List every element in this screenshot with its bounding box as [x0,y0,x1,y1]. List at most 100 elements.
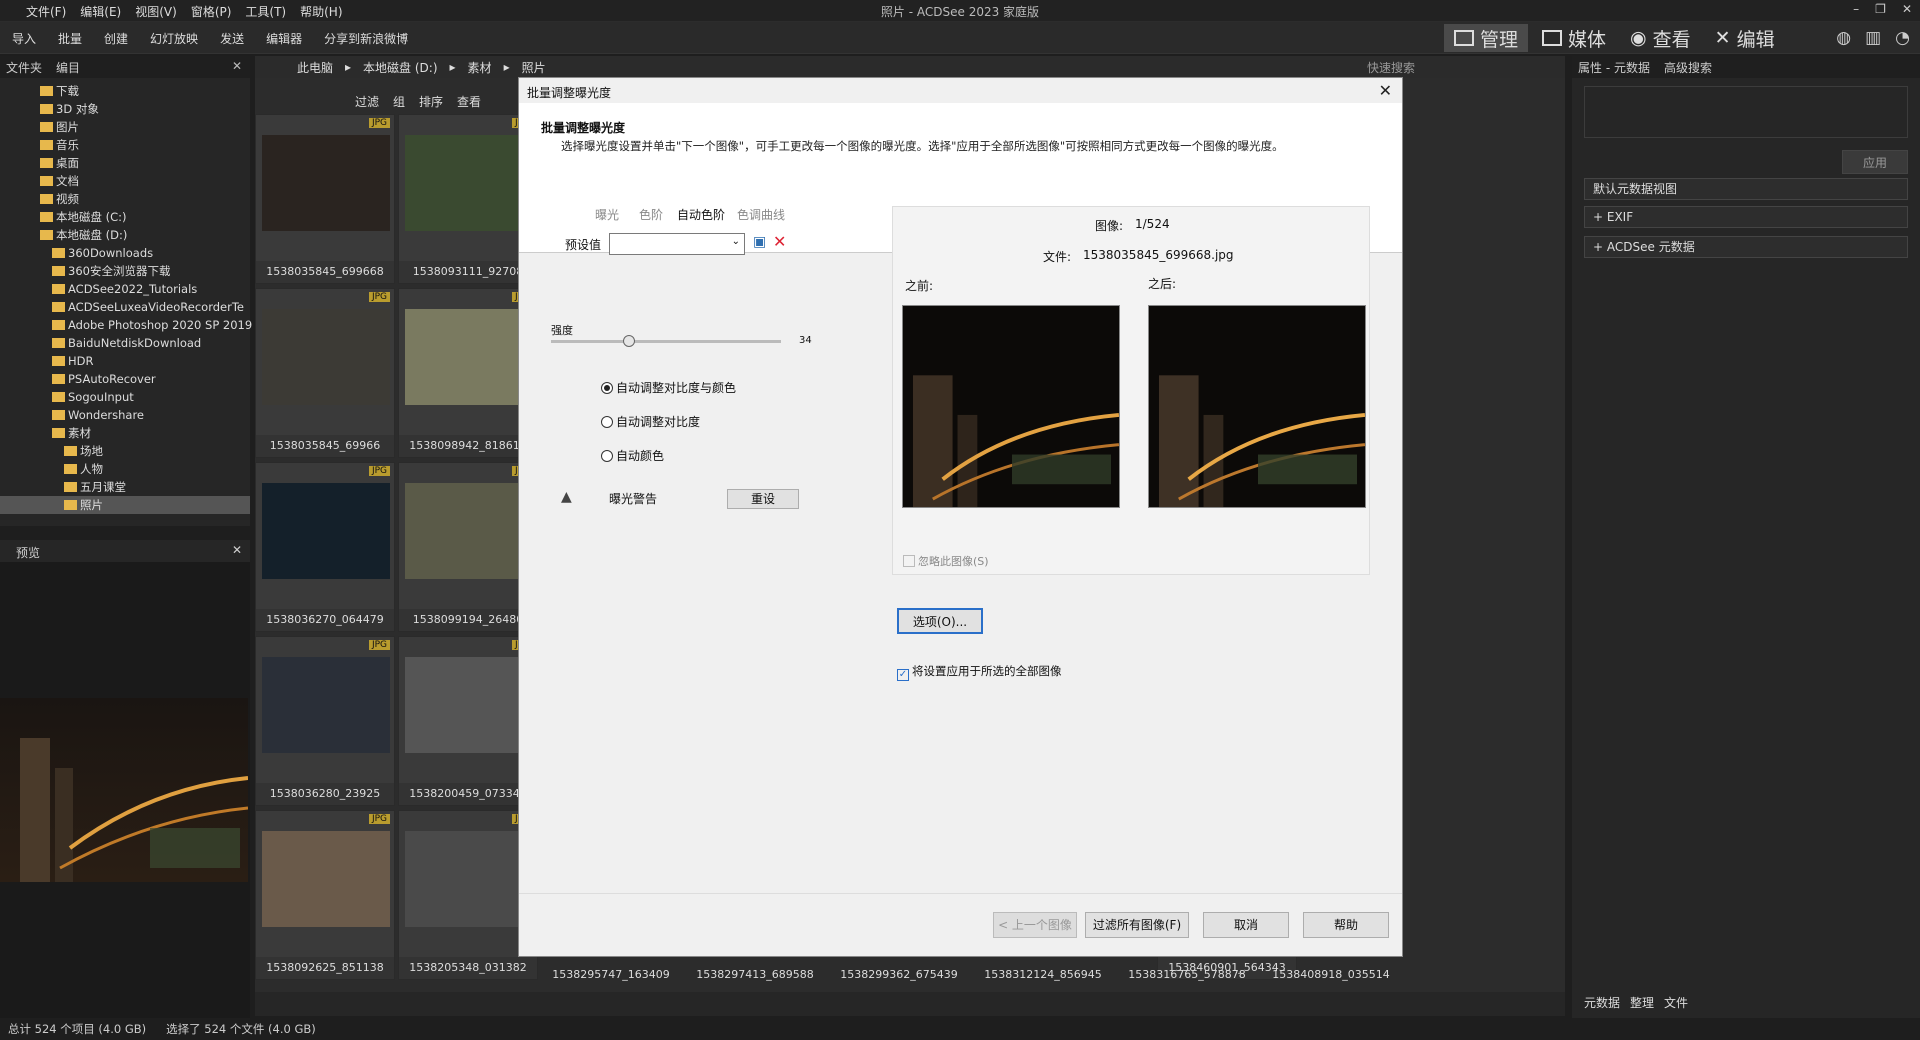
thumbnail[interactable]: JPG1538099194_26480 [398,462,538,632]
close-icon[interactable]: ✕ [232,543,242,557]
close-icon[interactable]: ✕ [232,59,242,73]
tab-folders[interactable]: 文件夹 [6,59,42,76]
globe-icon[interactable]: ◍ [1836,28,1851,48]
radio-auto-color[interactable]: 自动颜色 [601,447,664,464]
delete-icon[interactable]: ✕ [773,232,786,251]
folder-tree-item[interactable]: 文档 [0,172,250,190]
tab-properties[interactable]: 属性 - 元数据 [1578,59,1650,76]
folder-tree-item[interactable]: 图片 [0,118,250,136]
strength-slider[interactable] [551,335,781,347]
radio-auto-contrast-color[interactable]: 自动调整对比度与颜色 [601,379,736,396]
eye-alt-icon[interactable]: ◔ [1895,28,1910,48]
thumbnail[interactable]: JPG1538200459_073342 [398,636,538,806]
crumb-photos[interactable]: 照片 [522,59,546,76]
folder-tree-item[interactable]: 3D 对象 [0,100,250,118]
crumb-this-pc[interactable]: 此电脑 [297,59,333,76]
folder-tree-item[interactable]: 场地 [0,442,250,460]
folder-tree-item[interactable]: Wondershare [0,406,250,424]
thumbnail-name[interactable]: 1538316765_578878 [1117,968,1257,981]
folder-tree-item[interactable]: 360安全浏览器下载 [0,262,250,280]
folder-tree-item[interactable]: SogouInput [0,388,250,406]
save-icon[interactable]: ▣ [753,234,766,250]
mode-media[interactable]: 媒体 [1532,24,1616,52]
tab-exposure[interactable]: 曝光 [595,206,619,223]
folder-tree-item[interactable]: 360Downloads [0,244,250,262]
mode-manage[interactable]: 管理 [1444,24,1529,52]
filter-button[interactable]: 过滤 [355,93,379,110]
quick-search-input[interactable]: 快速搜索 [1367,59,1415,76]
tab-metadata[interactable]: 元数据 [1584,994,1620,1011]
slider-thumb[interactable] [623,335,636,347]
metadata-view-select[interactable]: 默认元数据视图 [1584,178,1908,200]
mode-view[interactable]: ◉ 查看 [1620,24,1701,52]
tab-levels[interactable]: 色阶 [639,206,663,223]
restore-icon[interactable]: ❐ [1875,2,1886,16]
close-icon[interactable]: ✕ [1379,81,1392,100]
thumbnail[interactable]: JPG1538093111_92708 [398,114,538,284]
chart-icon[interactable]: ▥ [1865,28,1881,48]
sort-button[interactable]: 排序 [419,93,443,110]
exif-section[interactable]: + EXIF [1584,206,1908,228]
apply-button[interactable]: 应用 [1842,150,1908,174]
view-button[interactable]: 查看 [457,93,481,110]
tab-file[interactable]: 文件 [1664,994,1688,1011]
crumb-drive-d[interactable]: 本地磁盘 (D:) [363,59,437,76]
slideshow-button[interactable]: 幻灯放映 [150,30,198,47]
create-button[interactable]: 创建 [104,30,128,47]
radio-auto-contrast[interactable]: 自动调整对比度 [601,413,700,430]
thumbnail[interactable]: JPG 1538035845_69966 [255,288,395,458]
folder-tree-item[interactable]: 音乐 [0,136,250,154]
thumbnail[interactable]: JPG 1538092625_851138 [255,810,395,980]
tab-catalog[interactable]: 编目 [56,59,80,76]
folder-tree-item[interactable]: 本地磁盘 (C:) [0,208,250,226]
thumbnail[interactable]: JPG 1538035845_699668 [255,114,395,284]
tab-auto-levels[interactable]: 自动色阶 [677,206,725,223]
apply-all-checkbox[interactable]: ✓ 将设置应用于所选的全部图像 [897,663,1062,681]
folder-tree[interactable]: 下载 3D 对象 图片 音乐 桌面 文档 视频 本地磁盘 (C:) 本地磁盘 (D:) 360Do… [0,78,252,514]
thumbnail[interactable]: JPG 1538036280_23925 [255,636,395,806]
acdsee-metadata-section[interactable]: + ACDSee 元数据 [1584,236,1908,258]
folder-tree-item[interactable]: 视频 [0,190,250,208]
folder-tree-item[interactable]: ACDSee2022_Tutorials [0,280,250,298]
folder-tree-item[interactable]: Adobe Photoshop 2020 SP 2019 [0,316,252,334]
thumbnail-name[interactable]: 1538299362_675439 [829,968,969,981]
thumbnail[interactable]: JPG1538205348_031382 [398,810,538,980]
group-button[interactable]: 组 [393,93,405,110]
folder-tree-item[interactable]: 人物 [0,460,250,478]
thumbnail-name[interactable]: 1538408918_035514 [1261,968,1401,981]
reset-button[interactable]: 重设 [727,489,799,509]
batch-button[interactable]: 批量 [58,30,82,47]
thumbnail[interactable]: JPG 1538036270_064479 [255,462,395,632]
tab-tone-curve[interactable]: 色调曲线 [737,206,785,223]
preset-select[interactable]: ⌄ [609,233,745,255]
thumbnail-name[interactable]: 1538312124_856945 [973,968,1113,981]
thumbnail-name[interactable]: 1538297413_689588 [685,968,825,981]
folder-tree-item[interactable]: 本地磁盘 (D:) [0,226,250,244]
filter-all-images-button[interactable]: 过滤所有图像(F) [1085,912,1189,938]
close-icon[interactable]: ✕ [1902,2,1912,16]
folder-tree-item[interactable]: HDR [0,352,250,370]
minimize-icon[interactable]: – [1853,2,1859,16]
help-button[interactable]: 帮助 [1303,912,1389,938]
send-button[interactable]: 发送 [220,30,244,47]
folder-tree-item[interactable]: PSAutoRecover [0,370,250,388]
crumb-sucai[interactable]: 素材 [468,59,492,76]
folder-tree-item[interactable]: 五月课堂 [0,478,250,496]
folder-tree-item[interactable]: 素材 [0,424,250,442]
share-weibo-button[interactable]: 分享到新浪微博 [324,30,408,47]
cancel-button[interactable]: 取消 [1203,912,1289,938]
folder-tree-item[interactable]: 桌面 [0,154,250,172]
folder-tree-item[interactable]: BaiduNetdiskDownload [0,334,250,352]
thumbnail[interactable]: JPG1538098942_818610 [398,288,538,458]
folder-tree-item[interactable]: ACDSeeLuxeaVideoRecorderTe [0,298,250,316]
ignore-image-checkbox[interactable]: 忽略此图像(S) [903,553,989,569]
mode-edit[interactable]: ✕ 编辑 [1705,24,1785,52]
thumbnail-name[interactable]: 1538295747_163409 [541,968,681,981]
options-button[interactable]: 选项(O)... [897,608,983,634]
previous-image-button[interactable]: < 上一个图像 [993,912,1077,938]
tab-advanced-search[interactable]: 高级搜索 [1664,59,1712,76]
folder-tree-item[interactable]: 下载 [0,82,250,100]
editor-button[interactable]: 编辑器 [266,30,302,47]
folder-tree-item[interactable]: 照片 [0,496,250,514]
import-button[interactable]: 导入 [12,30,36,47]
